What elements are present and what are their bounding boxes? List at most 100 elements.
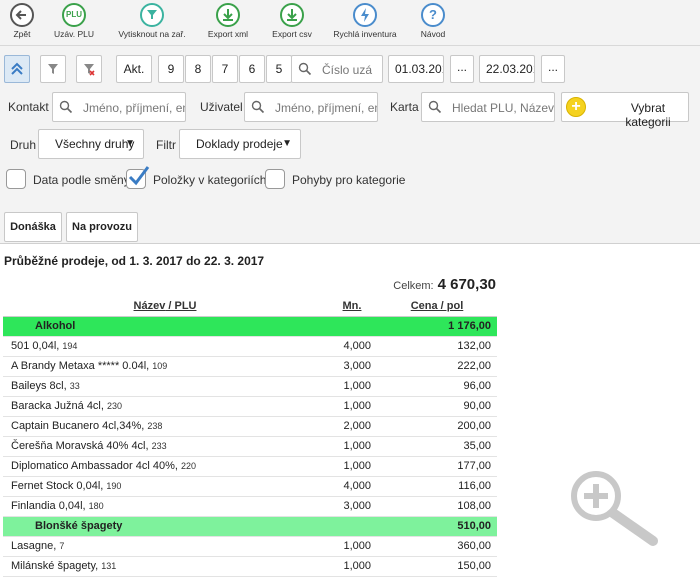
filter-button[interactable] [40, 55, 66, 83]
item-price: 200,00 [377, 416, 497, 437]
item-name: Captain Bucanero 4cl,34%, 238 [3, 416, 327, 437]
month-button-5[interactable]: 5 [266, 55, 292, 83]
col-price-header[interactable]: Cena / pol [377, 296, 497, 317]
report-table: Název / PLU Mn. Cena / pol Alkohol 1 176… [3, 296, 497, 577]
date-to-picker[interactable]: ... [541, 55, 565, 83]
table-row[interactable]: Finlandia 0,04l, 180 3,000 108,00 [3, 496, 497, 517]
delivery-button[interactable]: Donáška [4, 212, 62, 242]
export-xml-icon [216, 3, 240, 27]
item-qty: 1,000 [327, 396, 377, 417]
quick-inventory-button[interactable]: Rychlá inventura [332, 3, 398, 39]
table-row[interactable]: Captain Bucanero 4cl,34%, 238 2,000 200,00 [3, 416, 497, 437]
user-label: Uživatel [200, 100, 243, 114]
item-plu: 131 [101, 561, 117, 571]
table-row[interactable]: Milánské špagety, 131 1,000 150,00 [3, 556, 497, 577]
contact-input[interactable]: Jméno, příjmení, em [52, 92, 186, 122]
item-qty: 1,000 [327, 376, 377, 397]
category-row-alkohol[interactable]: Alkohol 1 176,00 [3, 316, 497, 337]
zoom-magnifier-icon[interactable] [566, 468, 662, 548]
search-icon [59, 100, 73, 114]
item-plu: 220 [180, 461, 197, 471]
category-items-checkbox[interactable] [126, 166, 150, 189]
shift-data-checkbox[interactable] [6, 169, 26, 189]
table-row[interactable]: Baracka Južná 4cl, 230 1,000 90,00 [3, 396, 497, 417]
category-moves-label: Pohyby pro kategorie [292, 173, 406, 187]
total-label: Celkem: [393, 280, 434, 292]
category-items-label: Položky v kategoriích [153, 173, 267, 187]
item-price: 96,00 [377, 376, 497, 397]
item-qty: 1,000 [327, 536, 377, 557]
item-price: 360,00 [377, 536, 497, 557]
card-placeholder: Hledat PLU, Název, [452, 101, 555, 115]
contact-placeholder: Jméno, příjmení, em [83, 101, 186, 115]
category-row-spagety[interactable]: Blonšké špagety 510,00 [3, 516, 497, 537]
item-price: 177,00 [377, 456, 497, 477]
collapse-button[interactable] [4, 55, 30, 83]
user-input[interactable]: Jméno, příjmení, em [244, 92, 378, 122]
table-row[interactable]: Baileys 8cl, 33 1,000 96,00 [3, 376, 497, 397]
table-row[interactable]: A Brandy Metaxa ***** 0.04l, 109 3,000 222… [3, 356, 497, 377]
month-button-7[interactable]: 7 [212, 55, 238, 83]
item-price: 35,00 [377, 436, 497, 457]
item-plu: 230 [107, 401, 123, 411]
export-csv-button[interactable]: Export csv [270, 3, 314, 39]
table-row[interactable]: Lasagne, 7 1,000 360,00 [3, 536, 497, 557]
item-qty: 1,000 [327, 556, 377, 577]
search-icon [298, 62, 312, 76]
export-xml-button[interactable]: Export xml [206, 3, 250, 39]
caret-down-icon: ▼ [282, 138, 292, 149]
user-placeholder: Jméno, příjmení, em [275, 101, 378, 115]
table-row[interactable]: Diplomatico Ambassador 4cl 40%, 220 1,000… [3, 456, 497, 477]
report-title: Průběžné prodeje, od 1. 3. 2017 do 22. 3… [4, 254, 265, 268]
back-button[interactable]: Zpět [6, 3, 38, 39]
item-name: Lasagne, 7 [3, 536, 327, 557]
type-select[interactable]: Všechny druhy ▼ [38, 129, 144, 159]
print-to-device-button[interactable]: Vytisknout na zař. [114, 3, 190, 39]
quick-inventory-label: Rychlá inventura [333, 29, 397, 39]
item-plu: 7 [59, 541, 65, 551]
item-qty: 3,000 [327, 496, 377, 517]
help-label: Návod [420, 29, 446, 39]
col-qty-header[interactable]: Mn. [327, 296, 377, 317]
item-price: 116,00 [377, 476, 497, 497]
search-icon [251, 100, 265, 114]
month-button-9[interactable]: 9 [158, 55, 184, 83]
item-plu: 238 [147, 421, 163, 431]
col-name-header[interactable]: Název / PLU [3, 296, 327, 317]
help-button[interactable]: ? Návod [418, 3, 448, 39]
card-input[interactable]: Hledat PLU, Název, [421, 92, 555, 122]
item-plu: 109 [152, 361, 168, 371]
date-from-input[interactable]: 01.03.2017 [388, 55, 444, 83]
checkmark-icon [128, 166, 150, 186]
select-category-button[interactable]: + Vybrat kategorii [561, 92, 689, 129]
table-row[interactable]: Čerešňa Moravská 40% 4cl, 233 1,000 35,00 [3, 436, 497, 457]
total-value: 4 670,30 [437, 276, 496, 293]
doc-number-input[interactable]: Číslo uzá [291, 55, 383, 83]
item-qty: 1,000 [327, 456, 377, 477]
back-label: Zpět [13, 29, 31, 39]
filter-panel: Akt. 9 8 7 6 5 Číslo uzá 01.03.2017 ... … [0, 46, 700, 244]
add-icon: + [566, 97, 586, 117]
month-button-8[interactable]: 8 [185, 55, 211, 83]
plu-icon: PLU [62, 3, 86, 27]
month-button-6[interactable]: 6 [239, 55, 265, 83]
item-plu: 190 [106, 481, 122, 491]
back-arrow-icon [10, 3, 34, 27]
help-icon: ? [421, 3, 445, 27]
on-premises-button[interactable]: Na provozu [66, 212, 138, 242]
table-row[interactable]: Fernet Stock 0,04l, 190 4,000 116,00 [3, 476, 497, 497]
date-from-picker[interactable]: ... [450, 55, 474, 83]
export-csv-icon [280, 3, 304, 27]
print-glass-icon [140, 3, 164, 27]
filter-select[interactable]: Doklady prodeje ▼ [179, 129, 301, 159]
item-qty: 1,000 [327, 436, 377, 457]
current-button[interactable]: Akt. [116, 55, 152, 83]
close-plu-button[interactable]: PLU Uzáv. PLU [52, 3, 96, 39]
table-row[interactable]: 501 0,04l, 194 4,000 132,00 [3, 336, 497, 357]
item-name: Baracka Južná 4cl, 230 [3, 396, 327, 417]
item-price: 150,00 [377, 556, 497, 577]
report-total: Celkem: 4 670,30 [393, 276, 496, 293]
clear-filter-button[interactable] [76, 55, 102, 83]
category-moves-checkbox[interactable] [265, 169, 285, 189]
date-to-input[interactable]: 22.03.2017 [479, 55, 535, 83]
